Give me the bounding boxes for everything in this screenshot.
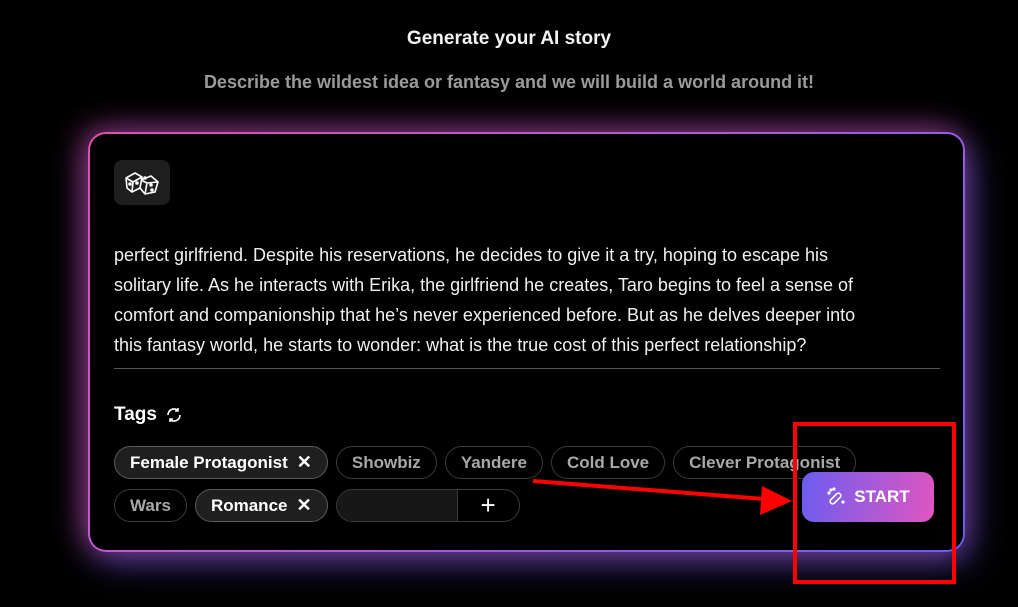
story-line: perfect girlfriend. Despite his reservat…	[114, 245, 829, 265]
tag-chip-romance[interactable]: Romance ✕	[194, 489, 328, 522]
dice-icon	[125, 171, 159, 195]
story-card: perfect girlfriend. Despite his reservat…	[88, 132, 965, 552]
refresh-icon[interactable]	[165, 406, 183, 424]
story-line: comfort and companionship that he’s neve…	[114, 305, 856, 325]
close-icon[interactable]: ✕	[296, 495, 311, 516]
start-label: START	[854, 487, 910, 506]
story-line: solitary life. As he interacts with Erik…	[114, 275, 854, 295]
tag-chip-female-protagonist[interactable]: Female Protagonist ✕	[114, 446, 328, 479]
tag-label: Romance	[210, 495, 288, 515]
tags-heading: Tags	[114, 404, 183, 426]
tag-label: Clever Protagonist	[689, 452, 841, 472]
tag-list: Female Protagonist ✕ Showbiz Yandere Cold…	[114, 446, 874, 532]
tag-label: Showbiz	[351, 452, 421, 472]
start-button[interactable]: START	[802, 472, 934, 522]
tag-label: Cold Love	[566, 452, 650, 472]
add-tag-button[interactable]: +	[458, 490, 519, 521]
add-tag-control: +	[335, 489, 520, 522]
tags-label: Tags	[114, 404, 157, 425]
tag-chip-wars[interactable]: Wars	[114, 489, 187, 522]
tag-label: Female Protagonist	[130, 452, 288, 472]
tag-label: Yandere	[460, 452, 527, 472]
tag-chip-cold-love[interactable]: Cold Love	[550, 446, 666, 479]
story-line: this fantasy world, he starts to wonder:…	[114, 335, 807, 355]
magic-wand-icon	[827, 487, 845, 505]
random-dice-button[interactable]	[114, 160, 170, 205]
story-textarea[interactable]: perfect girlfriend. Despite his reservat…	[114, 226, 944, 360]
tag-label: Wars	[130, 495, 171, 515]
close-icon[interactable]: ✕	[297, 452, 312, 473]
page-title: Generate your AI story	[406, 28, 612, 49]
tag-chip-showbiz[interactable]: Showbiz	[335, 446, 437, 479]
page-subtitle: Describe the wildest idea or fantasy and…	[203, 72, 815, 92]
add-tag-input[interactable]	[336, 490, 458, 521]
tag-chip-yandere[interactable]: Yandere	[444, 446, 543, 479]
divider	[114, 368, 940, 369]
